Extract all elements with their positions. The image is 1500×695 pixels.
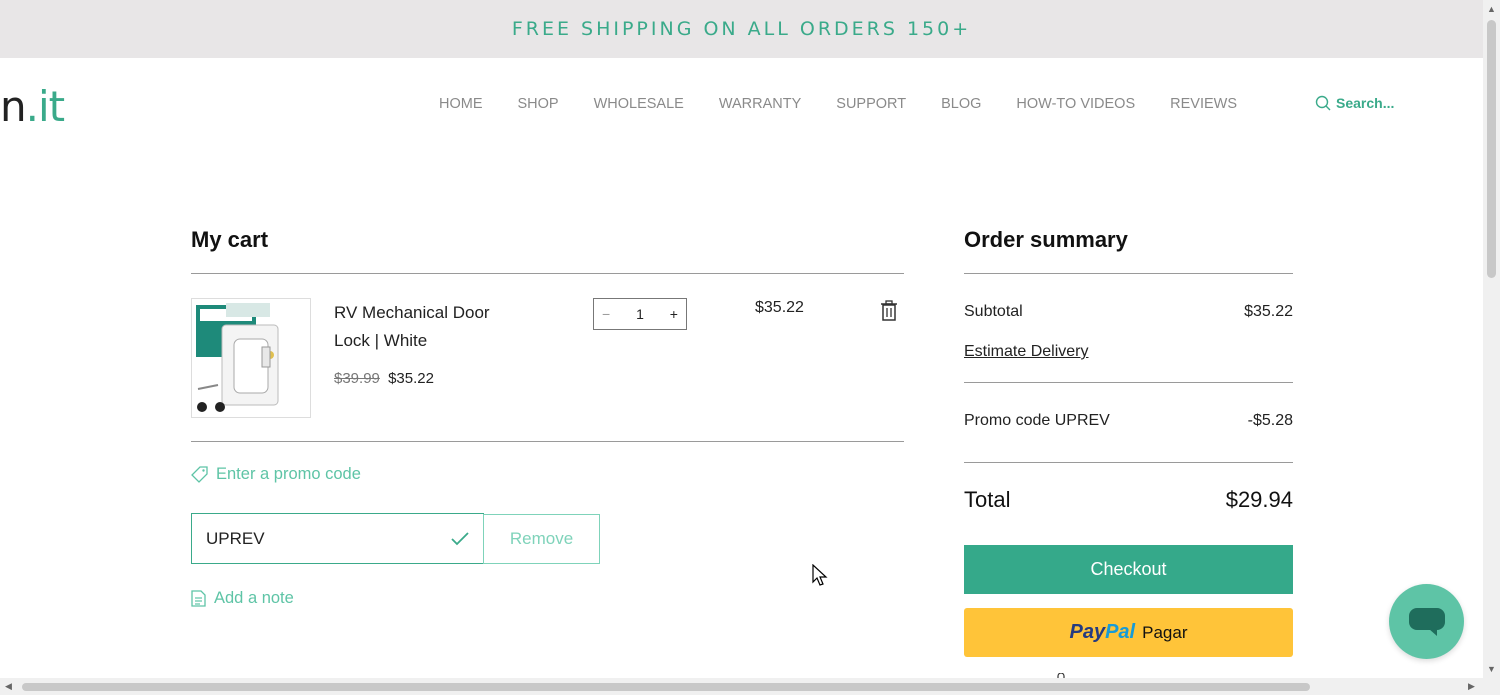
- quantity-value[interactable]: 1: [636, 306, 644, 322]
- search-icon: [1315, 95, 1331, 111]
- line-total: $35.22: [755, 299, 804, 316]
- subtotal-label: Subtotal: [964, 303, 1023, 320]
- subtotal-value: $35.22: [1244, 303, 1293, 320]
- order-summary-title: Order summary: [964, 227, 1128, 252]
- summary-divider-bottom: [964, 462, 1293, 463]
- promo-discount-label: Promo code UPREV: [964, 412, 1110, 429]
- cart-divider-top: [191, 273, 904, 274]
- nav-wholesale[interactable]: WHOLESALE: [594, 96, 684, 112]
- nav-shop[interactable]: SHOP: [518, 96, 559, 112]
- subtotal-row: Subtotal $35.22: [964, 303, 1293, 321]
- paypal-logo: PayPal: [1070, 621, 1136, 644]
- remove-item-button[interactable]: [879, 300, 899, 327]
- scroll-right-arrow-icon[interactable]: ▶: [1468, 681, 1475, 692]
- total-label: Total: [964, 487, 1011, 512]
- scroll-up-arrow-icon[interactable]: ▲: [1487, 4, 1496, 14]
- add-note-link[interactable]: Add a note: [191, 589, 294, 608]
- search-placeholder: Search...: [1336, 95, 1395, 111]
- logo-prefix: n: [0, 82, 27, 131]
- checkmark-icon: [451, 531, 469, 545]
- summary-divider-top: [964, 273, 1293, 274]
- increase-quantity-button[interactable]: +: [670, 306, 678, 322]
- chat-button[interactable]: [1389, 584, 1464, 659]
- product-name[interactable]: RV Mechanical Door Lock | White: [334, 299, 504, 355]
- product-image[interactable]: [191, 298, 311, 418]
- product-prices: $39.99 $35.22: [334, 370, 434, 387]
- product-price: $35.22: [388, 370, 434, 387]
- tag-icon: [191, 466, 208, 483]
- trash-icon: [881, 300, 897, 321]
- nav-how-to-videos[interactable]: HOW-TO VIDEOS: [1016, 96, 1135, 112]
- shipping-banner-text: FREE SHIPPING ON ALL ORDERS 150+: [511, 18, 972, 40]
- quantity-stepper[interactable]: − 1 +: [593, 298, 687, 330]
- promo-discount-row: Promo code UPREV -$5.28: [964, 412, 1293, 430]
- logo-dot: .: [25, 82, 39, 131]
- total-row: Total $29.94: [964, 487, 1293, 513]
- estimate-delivery-link[interactable]: Estimate Delivery: [964, 343, 1088, 361]
- horizontal-scrollbar[interactable]: ◀ ▶: [0, 678, 1483, 695]
- paypal-button[interactable]: PayPal Pagar: [964, 608, 1293, 657]
- promo-code-value: UPREV: [206, 528, 265, 548]
- note-icon: [191, 590, 206, 607]
- nav-reviews[interactable]: REVIEWS: [1170, 96, 1237, 112]
- logo-suffix: it: [37, 82, 65, 131]
- promo-code-field[interactable]: UPREV: [191, 513, 484, 564]
- site-logo[interactable]: n.it: [0, 82, 65, 131]
- enter-promo-code-link[interactable]: Enter a promo code: [191, 465, 361, 484]
- shipping-banner: FREE SHIPPING ON ALL ORDERS 150+: [0, 0, 1483, 58]
- cart-divider-bottom: [191, 441, 904, 442]
- horizontal-scroll-thumb[interactable]: [22, 683, 1310, 691]
- nav-home[interactable]: HOME: [439, 96, 483, 112]
- nav-support[interactable]: SUPPORT: [836, 96, 906, 112]
- scroll-down-arrow-icon[interactable]: ▼: [1487, 664, 1496, 674]
- search-box[interactable]: Search...: [1315, 95, 1394, 111]
- checkout-button[interactable]: Checkout: [964, 545, 1293, 594]
- chat-bubble-icon: [1408, 607, 1445, 636]
- mouse-cursor-icon: [812, 563, 828, 593]
- product-original-price: $39.99: [334, 370, 380, 387]
- decrease-quantity-button[interactable]: −: [602, 306, 610, 322]
- paypal-label: Pagar: [1142, 622, 1188, 642]
- enter-promo-code-label: Enter a promo code: [216, 465, 361, 483]
- secure-checkout-hint: [1055, 670, 1235, 678]
- nav-blog[interactable]: BLOG: [941, 96, 981, 112]
- paypal-logo-pay: Pay: [1069, 621, 1106, 643]
- total-value: $29.94: [1225, 487, 1293, 512]
- remove-promo-button[interactable]: Remove: [483, 514, 600, 564]
- summary-divider-mid: [964, 382, 1293, 383]
- scroll-left-arrow-icon[interactable]: ◀: [5, 681, 12, 692]
- vertical-scrollbar[interactable]: ▲ ▼: [1483, 0, 1500, 695]
- add-note-label: Add a note: [214, 589, 294, 607]
- promo-discount-value: -$5.28: [1247, 412, 1293, 429]
- door-lock-product-image-icon: [196, 303, 279, 412]
- main-nav: HOME SHOP WHOLESALE WARRANTY SUPPORT BLO…: [439, 96, 1272, 112]
- vertical-scroll-thumb[interactable]: [1487, 20, 1496, 278]
- nav-warranty[interactable]: WARRANTY: [719, 96, 801, 112]
- cart-title: My cart: [191, 227, 269, 252]
- paypal-logo-pal: Pal: [1105, 621, 1136, 643]
